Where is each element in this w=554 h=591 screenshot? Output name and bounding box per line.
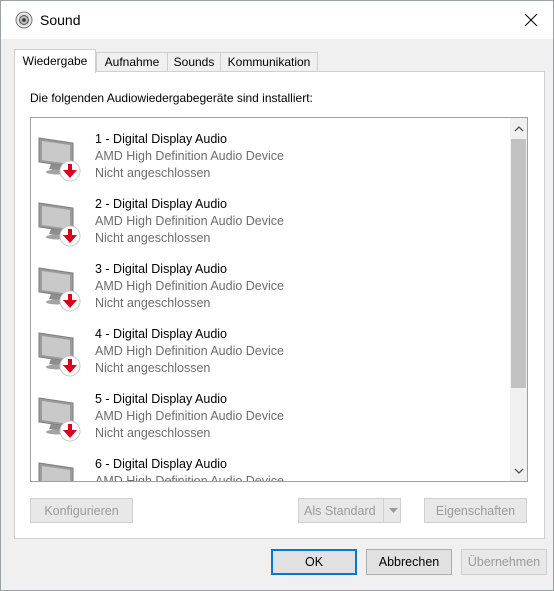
list-item[interactable]: 4 - Digital Display Audio AMD High Defini… (31, 325, 507, 390)
device-description: AMD High Definition Audio Device (95, 344, 284, 358)
chevron-down-icon (514, 468, 523, 474)
device-description: AMD High Definition Audio Device (95, 149, 284, 163)
device-name: 6 - Digital Display Audio (95, 457, 228, 471)
sound-dialog: Sound Wiedergabe Aufnahme Sounds Kommuni… (0, 0, 554, 591)
title-bar[interactable]: Sound (1, 1, 553, 39)
vertical-scrollbar[interactable] (510, 118, 527, 481)
chevron-down-icon (388, 508, 398, 513)
down-arrow-badge-icon (59, 355, 81, 377)
list-item[interactable]: 1 - Digital Display Audio AMD High Defini… (31, 130, 507, 195)
close-icon (524, 13, 538, 27)
list-item[interactable]: 5 - Digital Display Audio AMD High Defini… (31, 390, 507, 455)
list-item[interactable]: 6 - Digital Display Audio AMD High Defini… (31, 455, 507, 482)
devices-label: Die folgenden Audiowiedergabegeräte sind… (30, 91, 313, 105)
device-status: Nicht angeschlossen (95, 166, 211, 180)
scroll-down-button[interactable] (510, 462, 527, 479)
list-item[interactable]: 2 - Digital Display Audio AMD High Defini… (31, 195, 507, 260)
window-title: Sound (40, 12, 81, 28)
tab-sounds[interactable]: Sounds (167, 52, 221, 72)
scroll-thumb[interactable] (511, 139, 526, 388)
close-button[interactable] (509, 1, 553, 39)
device-description: AMD High Definition Audio Device (95, 409, 284, 423)
tab-kommunikation[interactable]: Kommunikation (220, 52, 318, 72)
ok-button[interactable]: OK (271, 549, 357, 575)
set-default-split-button[interactable]: Als Standard (298, 498, 401, 523)
device-list[interactable]: 1 - Digital Display Audio AMD High Defini… (30, 117, 528, 482)
device-status: Nicht angeschlossen (95, 426, 211, 440)
apply-button[interactable]: Übernehmen (461, 549, 547, 575)
playback-panel: Die folgenden Audiowiedergabegeräte sind… (14, 71, 545, 539)
device-name: 4 - Digital Display Audio (95, 327, 228, 341)
device-description: AMD High Definition Audio Device (95, 474, 284, 482)
down-arrow-badge-icon (59, 160, 81, 182)
set-default-label: Als Standard (304, 504, 376, 518)
device-name: 1 - Digital Display Audio (95, 132, 228, 146)
configure-button[interactable]: Konfigurieren (30, 498, 133, 523)
cancel-button[interactable]: Abbrechen (366, 549, 452, 575)
device-name: 3 - Digital Display Audio (95, 262, 228, 276)
device-description: AMD High Definition Audio Device (95, 214, 284, 228)
chevron-up-icon (514, 125, 523, 131)
device-status: Nicht angeschlossen (95, 231, 211, 245)
down-arrow-badge-icon (59, 290, 81, 312)
down-arrow-badge-icon (59, 225, 81, 247)
device-status: Nicht angeschlossen (95, 361, 211, 375)
set-default-dropdown[interactable] (383, 499, 402, 522)
speaker-icon (15, 11, 33, 29)
device-name: 5 - Digital Display Audio (95, 392, 228, 406)
device-name: 2 - Digital Display Audio (95, 197, 228, 211)
device-status: Nicht angeschlossen (95, 296, 211, 310)
device-description: AMD High Definition Audio Device (95, 279, 284, 293)
tab-aufnahme[interactable]: Aufnahme (96, 52, 168, 72)
monitor-icon (37, 459, 81, 481)
down-arrow-badge-icon (59, 420, 81, 442)
scroll-up-button[interactable] (510, 120, 527, 137)
properties-button[interactable]: Eigenschaften (424, 498, 527, 523)
tab-wiedergabe[interactable]: Wiedergabe (14, 49, 96, 73)
list-item[interactable]: 3 - Digital Display Audio AMD High Defini… (31, 260, 507, 325)
